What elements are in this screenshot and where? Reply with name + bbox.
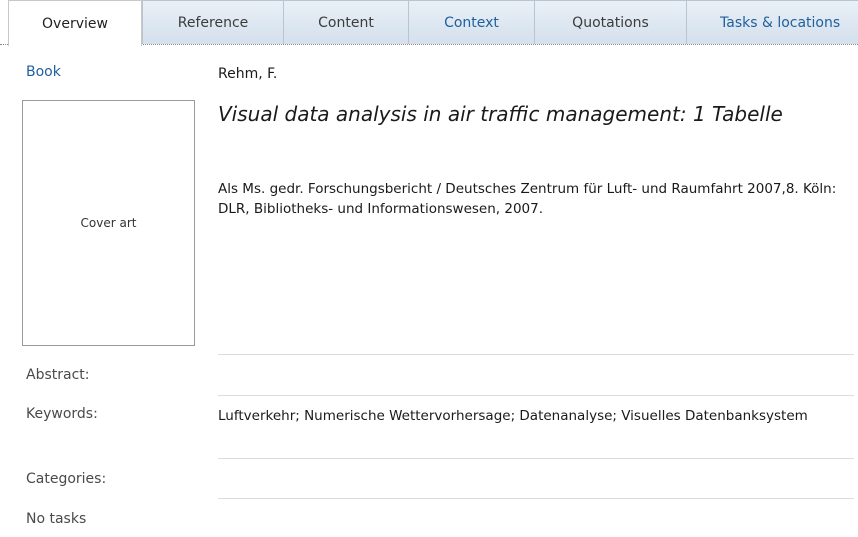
- author: Rehm, F.: [218, 66, 278, 82]
- tab-tasks-locations[interactable]: Tasks & locations: [686, 0, 858, 44]
- tab-quotations[interactable]: Quotations: [534, 0, 687, 44]
- abstract-label: Abstract:: [26, 367, 90, 383]
- keywords-value: Luftverkehr; Numerische Wettervorhersage…: [218, 408, 808, 424]
- tab-content[interactable]: Content: [283, 0, 409, 44]
- divider: [218, 395, 854, 396]
- reference-overview-panel: Overview Reference Content Context Quota…: [0, 0, 858, 537]
- divider: [218, 458, 854, 459]
- imprint-details: Als Ms. gedr. Forschungsbericht / Deutsc…: [218, 181, 837, 217]
- reference-title: Visual data analysis in air traffic mana…: [218, 102, 783, 126]
- tab-reference[interactable]: Reference: [142, 0, 284, 44]
- tasks-status: No tasks: [26, 511, 87, 527]
- divider: [218, 498, 854, 499]
- reference-type-link[interactable]: Book: [26, 64, 61, 80]
- keywords-label: Keywords:: [26, 406, 98, 422]
- divider: [218, 354, 854, 355]
- tab-overview[interactable]: Overview: [8, 0, 142, 46]
- tab-strip: Overview Reference Content Context Quota…: [0, 0, 858, 46]
- categories-label: Categories:: [26, 471, 107, 487]
- cover-art-placeholder[interactable]: Cover art: [22, 100, 195, 346]
- cover-art-label: Cover art: [80, 216, 137, 230]
- tab-context[interactable]: Context: [408, 0, 535, 44]
